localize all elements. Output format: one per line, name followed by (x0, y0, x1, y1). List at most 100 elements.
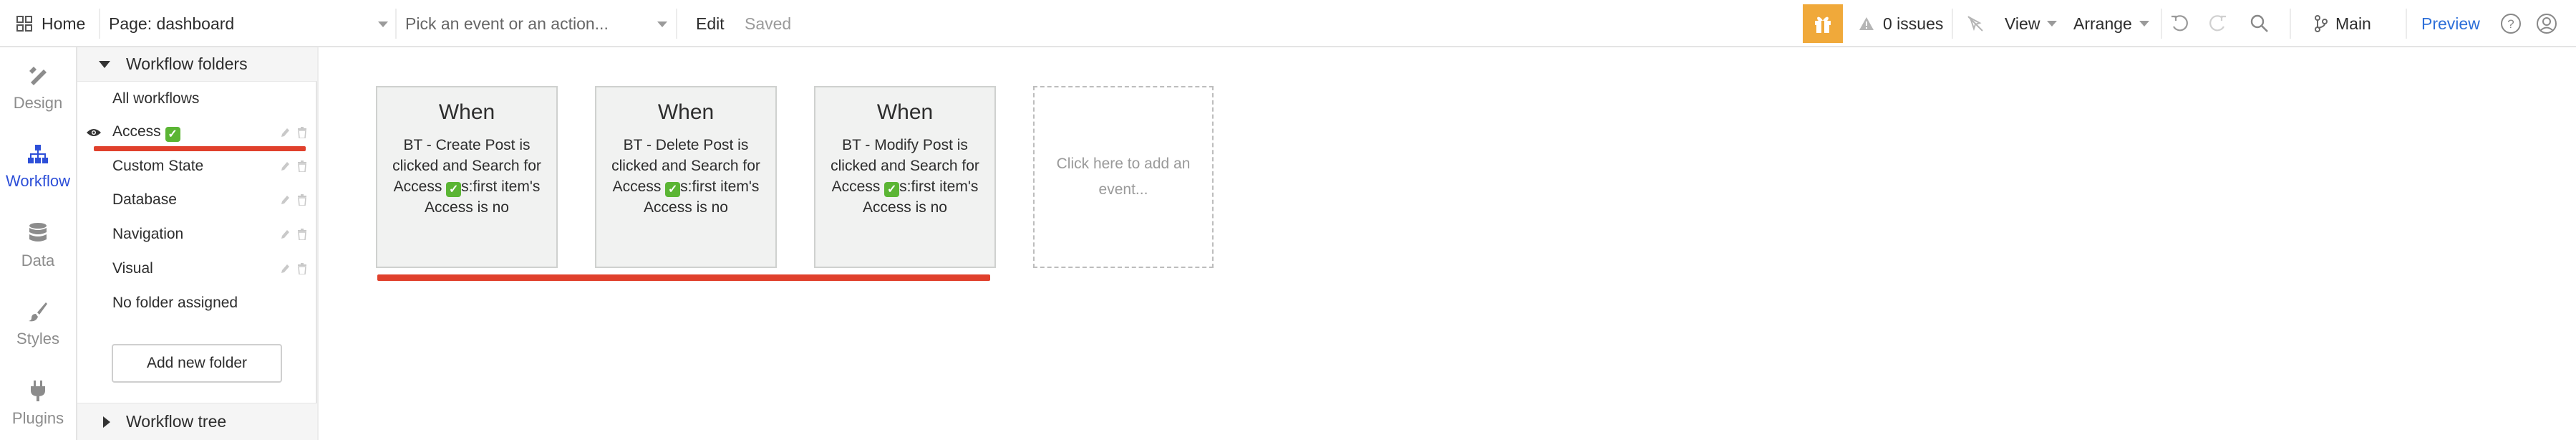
rail-label-workflow: Workflow (5, 172, 71, 190)
edit-label: Edit (696, 14, 725, 33)
pencil-icon[interactable] (280, 229, 290, 240)
event-when-label: When (438, 100, 495, 124)
chevron-down-icon (657, 21, 667, 27)
home-button[interactable]: Home (16, 0, 85, 47)
folder-visual[interactable]: Visual (77, 252, 317, 285)
folder-label: Visual (112, 260, 153, 277)
preview-label: Preview (2421, 14, 2480, 33)
view-label: View (2005, 14, 2040, 33)
help-button[interactable]: ? (2500, 0, 2522, 47)
search-button[interactable] (2250, 0, 2270, 47)
chevron-down-icon (378, 21, 388, 27)
page-select[interactable]: Page: dashboard (109, 0, 388, 47)
checkmark-icon: ✓ (165, 127, 180, 142)
pencil-icon[interactable] (280, 127, 290, 138)
workflow-folders-header[interactable]: Workflow folders (77, 47, 317, 82)
folder-navigation[interactable]: Navigation (77, 218, 317, 251)
cursor-off-icon (1967, 16, 1983, 32)
issues-indicator[interactable]: 0 issues (1859, 0, 1943, 47)
folder-custom-state[interactable]: Custom State (77, 150, 317, 183)
user-menu[interactable] (2536, 0, 2557, 47)
pencil-icon[interactable] (280, 263, 290, 274)
branch-selector[interactable]: Main (2314, 0, 2371, 47)
grid-icon (16, 16, 32, 32)
trash-icon[interactable] (297, 194, 307, 206)
issues-label: 0 issues (1883, 14, 1944, 33)
folder-label-text: Access (112, 123, 161, 140)
folder-label: Custom State (112, 158, 204, 174)
workflow-folders-panel: Workflow folders All workflows Access ✓ … (77, 47, 317, 440)
undo-button[interactable] (2169, 0, 2189, 47)
rail-item-plugins[interactable]: Plugins (0, 364, 76, 440)
arrange-menu[interactable]: Arrange (2073, 0, 2149, 47)
event-card[interactable]: When BT - Modify Post is clicked and Sea… (814, 86, 996, 268)
folder-label: No folder assigned (112, 295, 238, 311)
arrange-label: Arrange (2073, 14, 2132, 33)
event-description: BT - Delete Post is clicked and Search f… (604, 135, 768, 218)
event-card[interactable]: When BT - Delete Post is clicked and Sea… (595, 86, 777, 268)
design-icon (29, 67, 47, 85)
folder-no-folder-assigned[interactable]: No folder assigned (77, 287, 317, 320)
search-icon (2250, 14, 2268, 32)
view-menu[interactable]: View (2005, 0, 2058, 47)
inspect-button[interactable] (1966, 0, 1985, 47)
folder-label: Navigation (112, 226, 184, 242)
redo-icon (2209, 15, 2226, 32)
add-new-folder-button[interactable]: Add new folder (112, 344, 282, 383)
user-icon (2537, 14, 2557, 34)
pencil-icon[interactable] (280, 194, 290, 206)
workflow-icon (28, 145, 48, 163)
left-nav-rail: Design Workflow Data Styles Plugins (0, 47, 77, 440)
rail-item-styles[interactable]: Styles (0, 285, 76, 364)
rail-item-data[interactable]: Data (0, 206, 76, 285)
plug-icon (31, 381, 45, 401)
highlight-underline (94, 146, 306, 151)
event-when-label: When (876, 100, 934, 124)
rail-label-plugins: Plugins (11, 409, 64, 427)
branch-label: Main (2335, 14, 2371, 33)
chevron-down-icon (2047, 21, 2058, 27)
folder-access[interactable]: Access ✓ (77, 116, 317, 149)
event-description: BT - Modify Post is clicked and Search f… (823, 135, 987, 218)
save-status: Saved (745, 0, 791, 47)
trash-icon[interactable] (297, 229, 307, 240)
preview-link[interactable]: Preview (2421, 0, 2480, 47)
branch-icon (2315, 15, 2328, 32)
workflow-canvas[interactable]: When BT - Create Post is clicked and Sea… (317, 47, 2576, 440)
help-icon: ? (2501, 14, 2521, 34)
trash-icon[interactable] (297, 127, 307, 138)
svg-text:?: ? (2507, 17, 2514, 31)
event-action-select[interactable]: Pick an event or an action... (405, 0, 667, 47)
rail-item-workflow[interactable]: Workflow (0, 128, 76, 206)
folder-database[interactable]: Database (77, 183, 317, 216)
chevron-down-icon (2139, 21, 2149, 27)
rail-label-design: Design (13, 94, 63, 112)
folder-all-workflows[interactable]: All workflows (77, 82, 317, 115)
panel-title: Workflow folders (126, 54, 248, 73)
add-event-placeholder[interactable]: Click here to add an event... (1033, 86, 1214, 268)
edit-menu[interactable]: Edit (696, 0, 725, 47)
event-description: BT - Create Post is clicked and Search f… (384, 135, 549, 218)
workflow-tree-header[interactable]: Workflow tree (77, 403, 317, 440)
pencil-icon[interactable] (280, 161, 290, 172)
add-event-label: Click here to add an event... (1056, 156, 1191, 198)
warning-icon (1859, 17, 1874, 30)
home-label: Home (42, 14, 86, 33)
eye-icon[interactable] (86, 128, 102, 138)
highlight-underline (377, 274, 990, 281)
trash-icon[interactable] (297, 263, 307, 274)
gift-button[interactable] (1803, 4, 1843, 43)
redo-button[interactable] (2208, 0, 2228, 47)
workflow-tree-label: Workflow tree (126, 412, 227, 431)
top-bar: Home Page: dashboard Pick an event or an… (0, 0, 2576, 47)
event-action-placeholder: Pick an event or an action... (405, 14, 609, 33)
event-when-label: When (657, 100, 715, 124)
saved-label: Saved (745, 14, 792, 33)
event-card[interactable]: When BT - Create Post is clicked and Sea… (376, 86, 558, 268)
rail-label-data: Data (21, 252, 55, 269)
trash-icon[interactable] (297, 161, 307, 172)
rail-item-design[interactable]: Design (0, 49, 76, 128)
folder-label: Access ✓ (112, 123, 180, 142)
undo-icon (2171, 15, 2188, 32)
caret-right-icon (103, 416, 110, 428)
